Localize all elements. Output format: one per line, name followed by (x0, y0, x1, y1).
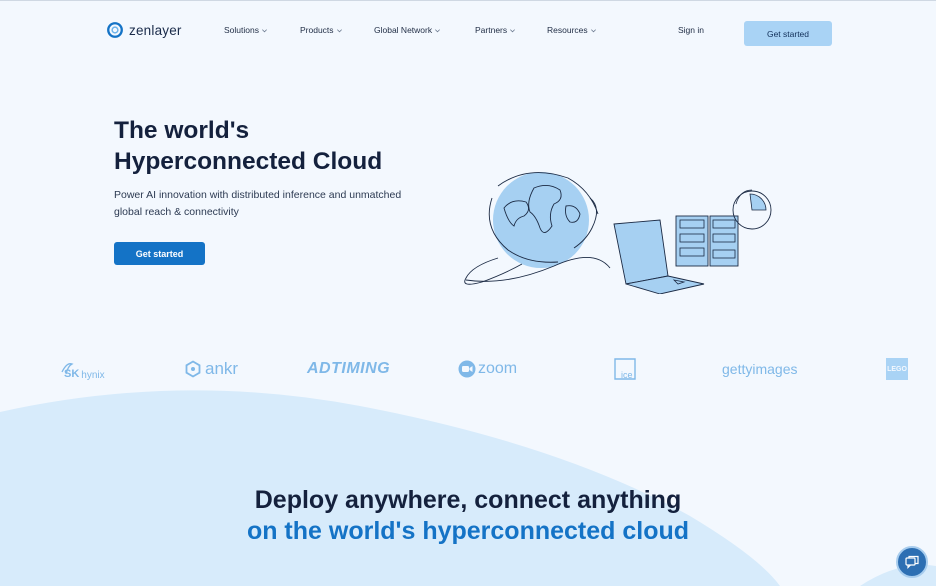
zenlayer-logo[interactable]: zenlayer (106, 21, 182, 39)
server-cabinet-icon (675, 215, 739, 267)
site-header: zenlayer Solutions Products Global Netwo… (0, 0, 936, 64)
header-get-started-button[interactable]: Get started (744, 21, 832, 46)
chevron-down-icon (262, 28, 267, 32)
nav-global-network[interactable]: Global Network (374, 25, 441, 35)
hero-title-line2: Hyperconnected Cloud (114, 147, 383, 175)
adtiming-text: ADTIMING (307, 360, 391, 377)
hero-title-line1: The world's (114, 117, 250, 144)
logo-zoom: zoom (458, 356, 517, 382)
gettyimages-text: gettyimages (722, 361, 798, 377)
ice-text: ice (621, 370, 633, 380)
clock-icon (732, 189, 772, 230)
zoom-text: zoom (478, 360, 518, 377)
ankr-logo-icon (185, 360, 201, 378)
hero-illustration (464, 172, 772, 294)
chat-button[interactable] (896, 546, 928, 578)
logo-gettyimages: gettyimages (722, 356, 797, 382)
nav-label: Solutions (224, 25, 259, 35)
nav-label: Resources (547, 25, 588, 35)
lego-text: LEGO (887, 365, 907, 373)
logo-adtiming: ADTIMING (307, 356, 390, 382)
logo-wordmark: zenlayer (129, 22, 182, 38)
nav-label: Products (300, 25, 334, 35)
zenlayer-logo-icon (107, 22, 123, 38)
logo-ankr: ankr (184, 356, 238, 382)
hero-get-started-button[interactable]: Get started (114, 242, 205, 265)
chevron-down-icon (510, 28, 516, 32)
chevron-down-icon (590, 28, 596, 32)
ankr-text: ankr (205, 359, 239, 378)
section-heading-line1: Deploy anywhere, connect anything (254, 486, 682, 514)
logo-ice: ice (614, 356, 636, 382)
nav-label: Partners (475, 25, 508, 35)
nav-resources[interactable]: Resources (547, 25, 597, 35)
nav-partners[interactable]: Partners (475, 25, 516, 35)
sign-in-link[interactable]: Sign in (678, 25, 704, 35)
chevron-down-icon (336, 28, 342, 32)
zoom-logo-icon (458, 360, 476, 378)
globe-icon (464, 172, 611, 285)
hero-subtitle: Power AI innovation with distributed inf… (114, 189, 402, 218)
skhynix-sk-text: SK (64, 368, 80, 380)
nav-solutions[interactable]: Solutions (224, 25, 268, 35)
skhynix-name-text: hynix (81, 369, 105, 381)
section-heading-line2: on the world's hyperconnected cloud (246, 517, 690, 545)
lego-logo-box: LEGO (886, 358, 908, 380)
chat-icon (905, 555, 919, 569)
nav-label: Global Network (374, 25, 433, 35)
logo-skhynix: SK hynix (60, 356, 105, 382)
logo-lego: LEGO (886, 356, 908, 382)
nav-products[interactable]: Products (300, 25, 343, 35)
chevron-down-icon (435, 28, 441, 32)
hero-title: The world's Hyperconnected Cloud (114, 116, 444, 177)
